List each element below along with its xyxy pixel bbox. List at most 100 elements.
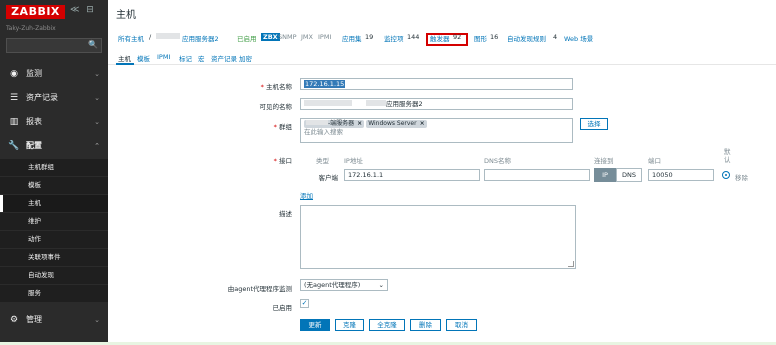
full-clone-button[interactable]: 全克隆: [369, 319, 405, 331]
chevron-down-icon: ⌄: [94, 94, 100, 102]
menu-administration[interactable]: ⚙ 管理 ⌄: [0, 309, 108, 331]
tab-templates[interactable]: 模板: [137, 53, 150, 63]
group-tag[interactable]: Windows Server ×: [366, 120, 427, 128]
col-dns: DNS名称: [484, 157, 511, 165]
menu-configuration[interactable]: 🔧 配置 ⌃: [0, 135, 108, 157]
remove-interface-link[interactable]: 移除: [735, 172, 748, 182]
chevron-up-icon: ⌃: [94, 142, 100, 150]
tab-tags[interactable]: 标记: [179, 53, 192, 63]
sidebar-search-input[interactable]: 🔍: [6, 38, 102, 53]
link-applications[interactable]: 应用集: [342, 33, 362, 43]
menu-label: 监测: [26, 69, 42, 78]
search-icon[interactable]: 🔍: [88, 40, 98, 49]
collapse-icon[interactable]: ≪: [70, 5, 79, 15]
connect-ip-button[interactable]: IP: [594, 168, 616, 182]
applications-count: 19: [365, 33, 374, 41]
jmx-badge: JMX: [301, 33, 313, 41]
tab-host[interactable]: 主机: [118, 53, 131, 63]
items-count: 144: [407, 33, 420, 41]
host-name-label: * 主机名称: [260, 83, 292, 91]
submenu-maintenance[interactable]: 维护: [0, 213, 108, 230]
proxy-select[interactable]: (无agent代理程序) ⌄: [300, 279, 388, 291]
interfaces-label: * 接口: [273, 157, 292, 165]
agent-ip-input[interactable]: 172.16.1.1: [344, 169, 480, 181]
submenu-correlation[interactable]: 关联项事件: [0, 249, 108, 266]
col-type: 类型: [316, 157, 329, 165]
menu-monitoring[interactable]: ◉ 监测 ⌄: [0, 63, 108, 85]
eye-icon: ◉: [10, 69, 18, 79]
delete-button[interactable]: 删除: [410, 319, 441, 331]
chevron-down-icon: ⌄: [94, 118, 100, 126]
link-triggers[interactable]: 触发器: [430, 33, 450, 43]
link-discovery-rules[interactable]: 自动发现规则: [507, 33, 546, 43]
submenu-hosts[interactable]: 主机: [0, 195, 108, 212]
tab-inventory[interactable]: 资产记录: [211, 53, 237, 63]
resize-grip-icon[interactable]: [568, 261, 574, 267]
submenu-services[interactable]: 服务: [0, 285, 108, 302]
triggers-count: 92: [453, 33, 462, 41]
link-web-scenarios[interactable]: Web 场景: [564, 33, 593, 43]
groups-label: * 群组: [273, 123, 292, 131]
col-port: 端口: [648, 157, 661, 165]
status-enabled[interactable]: 已启用: [237, 33, 257, 43]
sidebar-controls: ≪ ⊟: [70, 5, 94, 15]
add-interface-link[interactable]: 添加: [300, 190, 313, 200]
chevron-down-icon: ⌄: [378, 281, 384, 289]
graphs-count: 16: [490, 33, 499, 41]
wrench-icon: 🔧: [8, 141, 20, 151]
menu-label: 管理: [26, 315, 42, 324]
connect-dns-button[interactable]: DNS: [616, 168, 642, 182]
description-textarea[interactable]: [300, 205, 576, 269]
tab-macros[interactable]: 宏: [198, 53, 205, 63]
submenu-templates[interactable]: 模板: [0, 177, 108, 194]
main-content: 主机 所有主机 / 应用服务器2 已启用 ZBX SNMP JMX IPMI 应…: [108, 0, 776, 342]
zbx-badge: ZBX: [261, 33, 280, 41]
chevron-down-icon: ⌄: [94, 70, 100, 78]
group-tag[interactable]: -端服务器 ×: [304, 120, 365, 128]
menu-inventory[interactable]: ☰ 资产记录 ⌄: [0, 87, 108, 109]
submenu-host-groups[interactable]: 主机群组: [0, 159, 108, 176]
submenu-actions[interactable]: 动作: [0, 231, 108, 248]
default-interface-radio[interactable]: [722, 171, 730, 179]
crumb-host[interactable]: 应用服务器2: [182, 33, 219, 43]
port-input[interactable]: 10050: [648, 169, 714, 181]
agent-label: 客户端: [318, 174, 339, 182]
menu-reports[interactable]: ▥ 报表 ⌄: [0, 111, 108, 133]
menu-label: 报表: [26, 117, 42, 126]
remove-tag-icon[interactable]: ×: [357, 120, 362, 127]
link-graphs[interactable]: 图形: [474, 33, 487, 43]
enabled-checkbox[interactable]: ✓: [300, 299, 309, 308]
zabbix-logo[interactable]: ZABBIX: [6, 5, 65, 19]
col-default: 默认: [724, 148, 731, 164]
visible-name-input[interactable]: 应用服务器2: [300, 98, 573, 110]
active-tab-indicator: [116, 63, 134, 65]
remove-tag-icon[interactable]: ×: [420, 120, 425, 127]
ipmi-badge: IPMI: [318, 33, 332, 41]
proxy-label: 由agent代理程序监测: [227, 285, 292, 293]
clone-button[interactable]: 克隆: [335, 319, 364, 331]
agent-dns-input[interactable]: [484, 169, 590, 181]
chevron-down-icon: ⌄: [94, 316, 100, 324]
update-button[interactable]: 更新: [300, 319, 330, 331]
discovery-count: 4: [553, 33, 558, 41]
list-icon: ☰: [9, 93, 19, 103]
select-groups-button[interactable]: 选择: [580, 118, 608, 130]
groups-search-placeholder: 在此输入搜索: [304, 128, 343, 136]
link-items[interactable]: 监控项: [384, 33, 404, 43]
col-ip: IP地址: [344, 157, 363, 165]
enabled-label: 已启用: [272, 304, 293, 312]
tab-encryption[interactable]: 加密: [239, 53, 252, 63]
menu-label: 资产记录: [26, 93, 58, 102]
tab-ipmi[interactable]: IPMI: [157, 53, 170, 61]
chart-icon: ▥: [9, 117, 19, 127]
cancel-button[interactable]: 取消: [446, 319, 477, 331]
crumb-separator: /: [149, 33, 152, 41]
snmp-badge: SNMP: [278, 33, 297, 41]
groups-multiselect[interactable]: -端服务器 × Windows Server × 在此输入搜索: [300, 118, 573, 143]
crumb-all-hosts[interactable]: 所有主机: [118, 33, 144, 43]
submenu-discovery[interactable]: 自动发现: [0, 267, 108, 284]
gear-icon: ⚙: [9, 315, 19, 325]
kiosk-icon[interactable]: ⊟: [86, 5, 94, 15]
server-name: Taky-Zuh-Zabbix: [6, 25, 56, 32]
host-name-input[interactable]: 172.16.1.15: [300, 78, 573, 90]
